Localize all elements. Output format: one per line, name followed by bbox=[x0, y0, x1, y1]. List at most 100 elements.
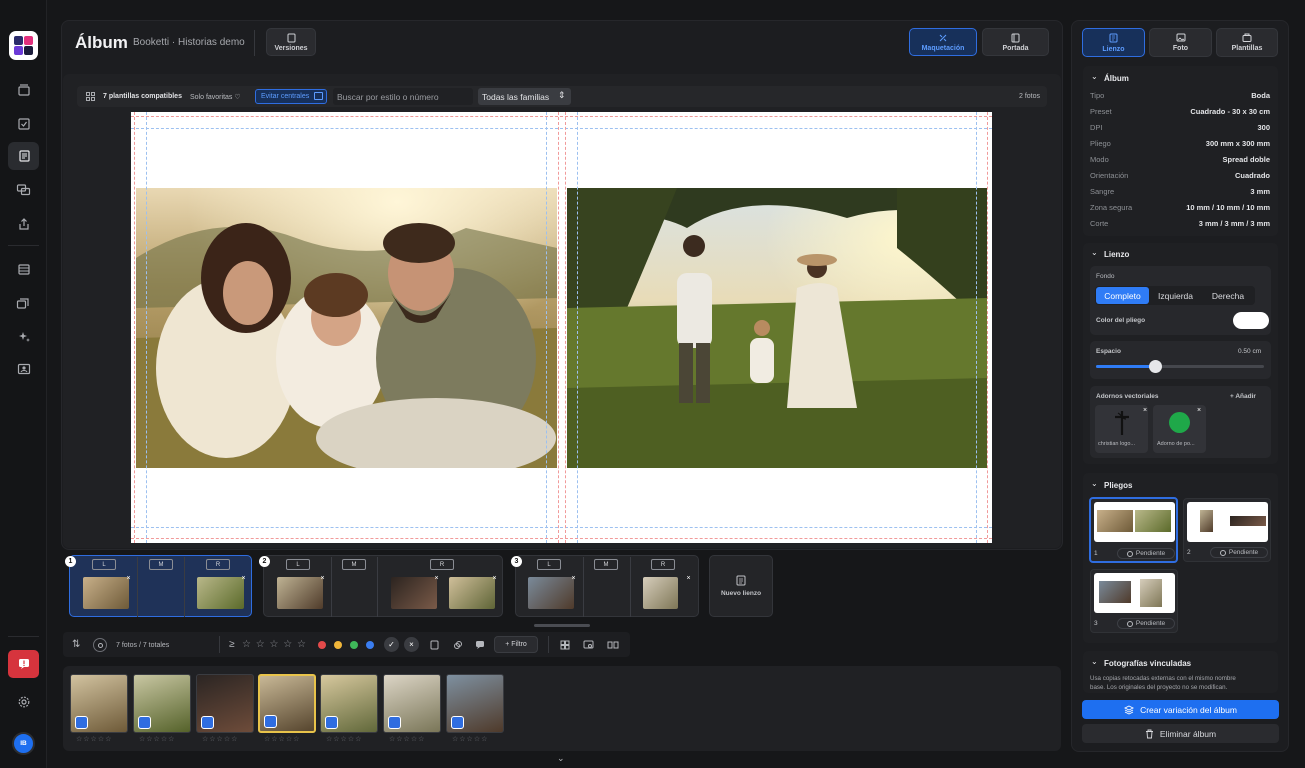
page-number-2: 2 bbox=[259, 556, 270, 567]
nav-print-icon[interactable] bbox=[8, 255, 39, 283]
spread-color-swatch[interactable] bbox=[1233, 312, 1269, 329]
strip-photo-7[interactable] bbox=[446, 674, 504, 733]
rejected-filter-icon[interactable]: × bbox=[404, 637, 419, 652]
chevron-down-icon[interactable]: ⌄ bbox=[1091, 657, 1098, 666]
pending-circle-icon bbox=[1126, 620, 1133, 627]
family-select[interactable]: Todas las familias ⇕ bbox=[478, 88, 571, 105]
segment-derecha[interactable]: Derecha bbox=[1202, 287, 1254, 304]
layout-tools-icon bbox=[939, 34, 947, 41]
spacing-slider-handle[interactable] bbox=[1148, 360, 1162, 373]
page-thumb-photo[interactable] bbox=[643, 577, 678, 609]
nav-export-icon[interactable] bbox=[8, 210, 39, 238]
avoid-center-toggle[interactable]: Evitar centrales bbox=[255, 89, 327, 104]
spread-item-2[interactable]: 2 Pendiente bbox=[1183, 498, 1271, 562]
page-thumb-photo[interactable] bbox=[528, 577, 574, 609]
delete-album-button[interactable]: Eliminar álbum bbox=[1082, 724, 1279, 743]
page-thumb-photo[interactable] bbox=[197, 577, 244, 609]
photo-rating-stars[interactable]: ☆☆☆☆☆ bbox=[76, 735, 112, 743]
nav-tasks-icon[interactable] bbox=[8, 110, 39, 138]
photo-rating-stars[interactable]: ☆☆☆☆☆ bbox=[452, 735, 488, 743]
settings-gear-icon[interactable] bbox=[8, 688, 39, 716]
new-page-icon bbox=[736, 575, 746, 586]
page-thumb-photo[interactable] bbox=[449, 577, 495, 609]
strip-photo-4[interactable] bbox=[258, 674, 316, 733]
remove-photo-icon[interactable]: × bbox=[685, 575, 692, 582]
collapse-chevron-icon[interactable]: ⌄ bbox=[557, 753, 565, 764]
remove-ornament-icon[interactable]: × bbox=[1143, 407, 1147, 414]
tab-foto[interactable]: Foto bbox=[1149, 28, 1212, 57]
strip-photo-5[interactable] bbox=[320, 674, 378, 733]
chevron-down-icon[interactable]: ⌄ bbox=[1091, 248, 1098, 257]
layout-mode-button[interactable]: Maquetación bbox=[909, 28, 977, 56]
spread-photo-right[interactable] bbox=[567, 188, 987, 468]
remove-photo-icon[interactable]: × bbox=[125, 575, 132, 582]
new-canvas-button[interactable]: Nuevo lienzo bbox=[709, 555, 773, 617]
compare-view-icon[interactable] bbox=[605, 637, 620, 652]
nav-products-icon[interactable] bbox=[8, 289, 39, 317]
photo-rating-stars[interactable]: ☆☆☆☆☆ bbox=[139, 735, 175, 743]
settings-circle-icon[interactable] bbox=[93, 638, 107, 652]
strip-photo-2[interactable] bbox=[133, 674, 191, 733]
document-filter-icon[interactable] bbox=[427, 637, 442, 652]
remove-photo-icon[interactable]: × bbox=[240, 575, 247, 582]
remove-photo-icon[interactable]: × bbox=[570, 575, 577, 582]
remove-photo-icon[interactable]: × bbox=[319, 575, 326, 582]
photo-rating-stars[interactable]: ☆☆☆☆☆ bbox=[202, 735, 238, 743]
pending-circle-icon bbox=[1126, 550, 1133, 557]
chevron-down-icon[interactable]: ⌄ bbox=[1091, 479, 1098, 488]
status-pill: Pendiente bbox=[1117, 618, 1175, 629]
add-ornament-button[interactable]: + Añadir bbox=[1230, 393, 1256, 400]
versions-button[interactable]: Versiones bbox=[266, 28, 316, 56]
photo-rating-stars[interactable]: ☆☆☆☆☆ bbox=[389, 735, 425, 743]
ornament-card-2[interactable]: × Adorno de po... bbox=[1153, 405, 1206, 453]
segment-izquierda[interactable]: Izquierda bbox=[1150, 287, 1201, 304]
chevron-down-icon[interactable]: ⌄ bbox=[1091, 72, 1098, 81]
spread-photo-left[interactable] bbox=[136, 188, 557, 468]
nav-library-icon[interactable] bbox=[8, 76, 39, 104]
segment-completo[interactable]: Completo bbox=[1096, 287, 1149, 304]
spacing-slider-track[interactable] bbox=[1096, 360, 1264, 373]
nav-chat-icon[interactable] bbox=[8, 176, 39, 204]
template-search-input[interactable]: Buscar por estilo o número bbox=[333, 88, 473, 105]
tab-lienzo[interactable]: Lienzo bbox=[1082, 28, 1145, 57]
cover-button[interactable]: Portada bbox=[982, 28, 1049, 56]
sort-icon[interactable]: ⇅ bbox=[72, 639, 80, 650]
rating-filter-stars[interactable]: ☆ ☆ ☆ ☆ ☆ bbox=[242, 639, 307, 650]
strip-photo-6[interactable] bbox=[383, 674, 441, 733]
strip-scrollbar[interactable] bbox=[534, 624, 590, 627]
strip-photo-3[interactable] bbox=[196, 674, 254, 733]
nav-album-icon[interactable] bbox=[8, 142, 39, 170]
feedback-alert-button[interactable] bbox=[8, 650, 39, 678]
nav-profile-card-icon[interactable] bbox=[8, 355, 39, 383]
canvas-tab-icon bbox=[1109, 33, 1118, 42]
add-filter-button[interactable]: + Filtro bbox=[494, 636, 538, 653]
color-filter-blue[interactable] bbox=[366, 641, 374, 649]
link-filter-icon[interactable] bbox=[450, 637, 465, 652]
photo-rating-stars[interactable]: ☆☆☆☆☆ bbox=[264, 735, 300, 743]
nav-ai-sparkle-icon[interactable] bbox=[8, 323, 39, 351]
ornament-card-1[interactable]: × christian logo... bbox=[1095, 405, 1148, 453]
color-filter-red[interactable] bbox=[318, 641, 326, 649]
user-avatar[interactable]: IB bbox=[12, 732, 35, 755]
strip-photo-1[interactable] bbox=[70, 674, 128, 733]
grid-view-icon[interactable] bbox=[557, 637, 572, 652]
approved-filter-icon[interactable]: ✓ bbox=[384, 637, 399, 652]
preview-view-icon[interactable] bbox=[581, 637, 596, 652]
comment-filter-icon[interactable] bbox=[472, 637, 487, 652]
create-variation-button[interactable]: Crear variación del álbum bbox=[1082, 700, 1279, 719]
color-filter-yellow[interactable] bbox=[334, 641, 342, 649]
remove-photo-icon[interactable]: × bbox=[491, 575, 498, 582]
favorites-only-toggle[interactable]: Solo favoritas ♡ bbox=[190, 93, 241, 101]
spread-item-3[interactable]: 3 Pendiente bbox=[1090, 569, 1178, 633]
photo-rating-stars[interactable]: ☆☆☆☆☆ bbox=[326, 735, 362, 743]
album-prop-value: Boda bbox=[1251, 91, 1270, 100]
remove-ornament-icon[interactable]: × bbox=[1197, 407, 1201, 414]
album-prop-value: Spread doble bbox=[1222, 155, 1270, 164]
page-thumb-photo[interactable] bbox=[83, 577, 129, 609]
spread-item-1[interactable]: 1 Pendiente bbox=[1089, 497, 1178, 563]
page-thumb-photo[interactable] bbox=[277, 577, 323, 609]
tab-plantillas[interactable]: Plantillas bbox=[1216, 28, 1278, 57]
color-filter-green[interactable] bbox=[350, 641, 358, 649]
page-thumb-photo[interactable] bbox=[391, 577, 437, 609]
remove-photo-icon[interactable]: × bbox=[433, 575, 440, 582]
